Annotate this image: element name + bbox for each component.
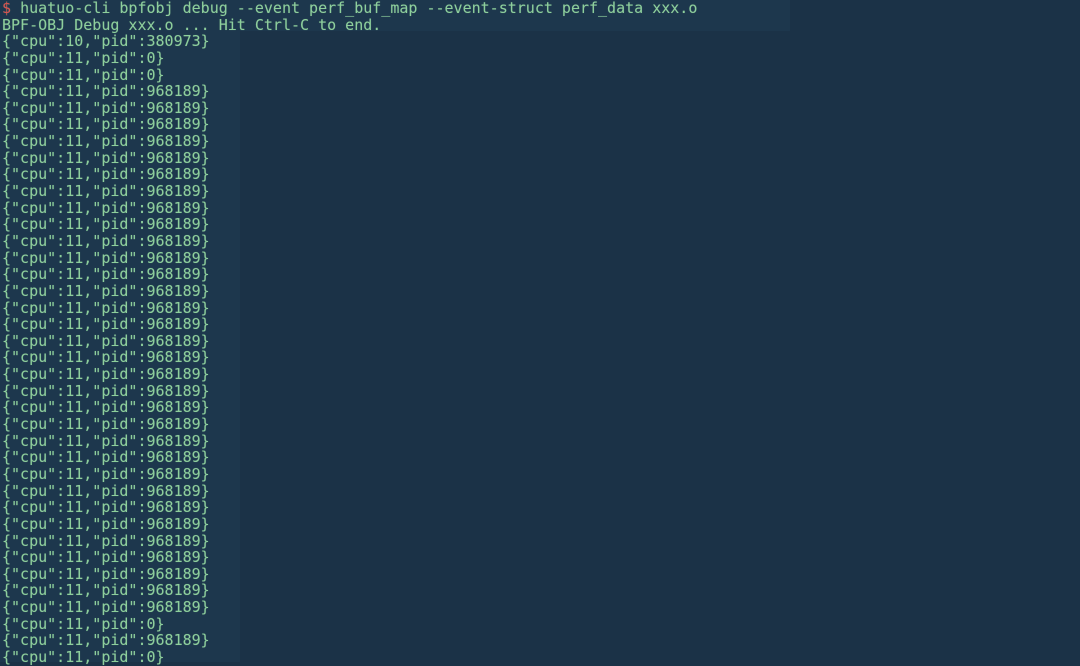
output-line: {"cpu":11,"pid":968189} xyxy=(2,548,210,567)
command-line: $ huatuo-cli bpfobj debug --event perf_b… xyxy=(2,0,1080,17)
output-line: {"cpu":11,"pid":968189} xyxy=(2,531,210,550)
output-line: {"cpu":11,"pid":968189} xyxy=(2,148,210,167)
output-line: {"cpu":11,"pid":968189} xyxy=(2,381,210,400)
output-line: {"cpu":11,"pid":0} xyxy=(2,48,165,67)
output-line: {"cpu":11,"pid":968189} xyxy=(2,348,210,367)
terminal-output: $ huatuo-cli bpfobj debug --event perf_b… xyxy=(0,0,1080,666)
output-line: {"cpu":11,"pid":0} xyxy=(2,65,165,84)
output-line: {"cpu":11,"pid":968189} xyxy=(2,431,210,450)
output-line: {"cpu":11,"pid":968189} xyxy=(2,281,210,300)
output-line: {"cpu":11,"pid":968189} xyxy=(2,365,210,384)
output-line: {"cpu":11,"pid":968189} xyxy=(2,398,210,417)
output-line: {"cpu":11,"pid":968189} xyxy=(2,481,210,500)
output-line: {"cpu":11,"pid":968189} xyxy=(2,82,210,101)
output-line: {"cpu":11,"pid":968189} xyxy=(2,231,210,250)
output-line: {"cpu":11,"pid":968189} xyxy=(2,315,210,334)
output-line: {"cpu":10,"pid":380973} xyxy=(2,32,210,51)
output-line: {"cpu":11,"pid":968189} xyxy=(2,498,210,517)
output-line: {"cpu":11,"pid":968189} xyxy=(2,298,210,317)
output-line: {"cpu":11,"pid":968189} xyxy=(2,581,210,600)
output-line: {"cpu":11,"pid":968189} xyxy=(2,165,210,184)
output-line: {"cpu":11,"pid":968189} xyxy=(2,464,210,483)
output-line: {"cpu":11,"pid":968189} xyxy=(2,448,210,467)
output-line: {"cpu":11,"pid":0} xyxy=(2,614,165,633)
output-line: {"cpu":11,"pid":968189} xyxy=(2,564,210,583)
output-line: {"cpu":11,"pid":968189} xyxy=(2,182,210,201)
output-line: {"cpu":11,"pid":0} xyxy=(2,647,165,666)
output-line: {"cpu":11,"pid":968189} xyxy=(2,198,210,217)
output-line: {"cpu":11,"pid":968189} xyxy=(2,598,210,617)
banner-line: BPF-OBJ Debug xxx.o ... Hit Ctrl-C to en… xyxy=(2,15,382,34)
output-line: {"cpu":11,"pid":968189} xyxy=(2,331,210,350)
command-text: huatuo-cli bpfobj debug --event perf_buf… xyxy=(11,0,697,17)
output-line: {"cpu":11,"pid":968189} xyxy=(2,215,210,234)
output-line: {"cpu":11,"pid":968189} xyxy=(2,98,210,117)
output-line: {"cpu":11,"pid":968189} xyxy=(2,631,210,650)
output-line: {"cpu":11,"pid":968189} xyxy=(2,265,210,284)
terminal-window[interactable]: $ huatuo-cli bpfobj debug --event perf_b… xyxy=(0,0,1080,665)
prompt-symbol: $ xyxy=(2,0,12,17)
command-string: huatuo-cli bpfobj debug --event perf_buf… xyxy=(20,0,698,17)
output-line: {"cpu":11,"pid":968189} xyxy=(2,248,210,267)
json-output-list: {"cpu":10,"pid":380973} {"cpu":11,"pid":0… xyxy=(2,33,1080,665)
output-line: {"cpu":11,"pid":968189} xyxy=(2,115,210,134)
output-line: {"cpu":11,"pid":968189} xyxy=(2,132,210,151)
output-line: {"cpu":11,"pid":968189} xyxy=(2,415,210,434)
output-line: {"cpu":11,"pid":968189} xyxy=(2,514,210,533)
